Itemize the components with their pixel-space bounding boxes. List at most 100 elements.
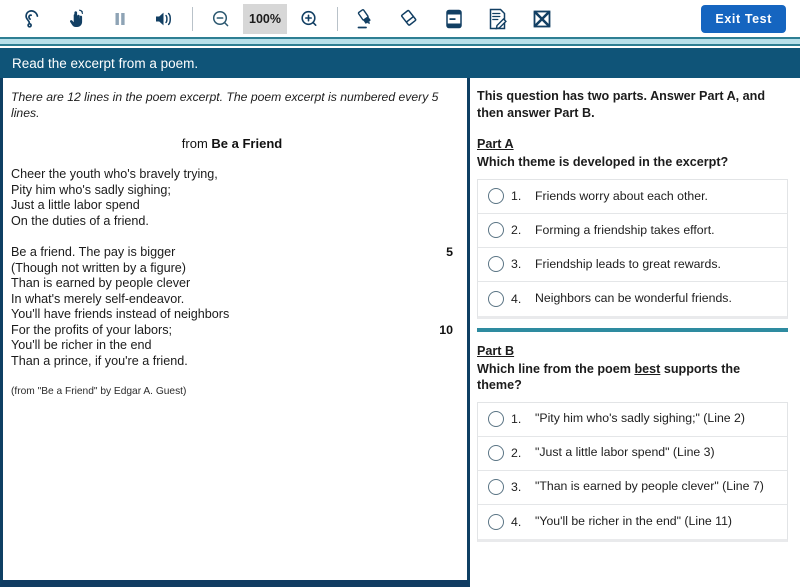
option-label: Friends worry about each other. [535,188,708,203]
option-label: "Just a little labor spend" (Line 3) [535,445,715,460]
poem-line: Pity him who's sadly sighing; [11,183,453,199]
poem-line-text: In what's merely self-endeavor. [11,291,185,306]
poem-line: Than is earned by people clever [11,276,453,292]
option-row[interactable]: 1. Friends worry about each other. [478,179,787,214]
poem-line-text: You'll be richer in the end [11,338,152,353]
listen-button[interactable] [10,2,54,36]
poem-line-text: Pity him who's sadly sighing; [11,182,171,197]
option-row[interactable]: 2. "Just a little labor spend" (Line 3) [478,436,787,471]
eraser-button[interactable] [388,2,432,36]
highlighter-button[interactable] [344,2,388,36]
poem-line-text: Than is earned by people clever [11,276,191,291]
poem-line: Cheer the youth who's bravely trying, [11,167,453,183]
option-number: 2. [511,223,522,238]
passage-title: from Be a Friend [11,136,453,151]
zoom-in-button[interactable] [287,2,331,36]
option-number: 2. [511,446,522,461]
part-b-prompt-before: Which line from the poem [477,361,635,376]
option-label: "You'll be richer in the end" (Line 11) [535,513,733,528]
part-b-prompt: Which line from the poem best supports t… [477,361,788,394]
zoom-level-indicator[interactable]: 100% [243,3,287,34]
poem-line-text: You'll have friends instead of neighbors [11,307,230,322]
poem-line-text: Cheer the youth who's bravely trying, [11,166,218,181]
toolbar: 100% Exit Test [0,0,800,37]
poem-line-number: 10 [439,322,453,337]
poem-line-text: On the duties of a friend. [11,213,149,228]
eraser-icon [397,6,423,32]
option-number: 1. [511,189,522,204]
poem-line: Than a prince, if you're a friend. [11,354,453,370]
option-label: Friendship leads to great rewards. [535,256,721,271]
pause-button[interactable] [98,2,142,36]
zoom-in-icon [297,7,321,31]
toolbar-divider-1 [192,6,193,31]
poem-line-text: Be a friend. The pay is bigger [11,244,176,259]
poem-line-text: For the profits of your labors; [11,322,172,337]
option-number: 4. [511,291,522,306]
poem-line-text: (Though not written by a figure) [11,260,187,275]
option-row[interactable]: 4. Neighbors can be wonderful friends. [478,281,787,316]
option-label: "Than is earned by people clever" (Line … [535,479,764,494]
notepad-icon [485,6,511,32]
radio-button-icon[interactable] [488,188,504,205]
poem-line-number: 5 [446,244,453,259]
poem-line: Just a little labor spend [11,198,453,214]
radio-button-icon[interactable] [488,290,504,307]
poem-line: You'll have friends instead of neighbors [11,307,453,323]
question-panel: This question has two parts. Answer Part… [470,78,800,587]
option-row[interactable]: 1. "Pity him who's sadly sighing;" (Line … [478,402,787,437]
option-row[interactable]: 2. Forming a friendship takes effort. [478,213,787,248]
option-row[interactable]: 4. "You'll be richer in the end" (Line 11… [478,504,787,539]
part-a-label: Part A [477,137,514,152]
radio-button-icon[interactable] [488,445,504,462]
option-number: 3. [511,257,522,272]
option-number: 3. [511,480,522,495]
main-content: There are 12 lines in the poem excerpt. … [0,78,800,587]
question-intro: This question has two parts. Answer Part… [477,89,766,120]
passage-title-prefix: from [181,135,212,151]
part-b-label: Part B [477,343,515,358]
poem-line: (Though not written by a figure) [11,261,453,277]
passage-title-name: Be a Friend [211,135,283,151]
option-label: Neighbors can be wonderful friends. [535,291,732,306]
poem-line: For the profits of your labors; 10 [11,323,453,339]
part-a-options: 1. Friends worry about each other. 2. Formi… [477,178,788,319]
option-row[interactable]: 3. Friendship leads to great rewards. [478,247,787,282]
passage-panel: There are 12 lines in the poem excerpt. … [0,78,470,587]
radio-button-icon[interactable] [488,513,504,530]
pointer-hand-icon [64,7,88,31]
poem-line: Be a friend. The pay is bigger 5 [11,245,453,261]
poem-line-text: Than a prince, if you're a friend. [11,354,188,369]
question-header-title: Read the excerpt from a poem. [12,55,199,71]
radio-button-icon[interactable] [488,411,504,428]
poem-line: You'll be richer in the end [11,338,453,354]
notepad-button[interactable] [476,2,520,36]
pointer-hand-button[interactable] [54,2,98,36]
volume-button[interactable] [142,2,186,36]
listen-icon [20,7,44,31]
option-number: 4. [511,514,522,529]
part-a-block: Part A Which theme is developed in the e… [477,135,788,319]
passage-note: There are 12 lines in the poem excerpt. … [11,90,439,121]
option-row[interactable]: 3. "Than is earned by people clever" (Lin… [478,470,787,505]
line-reader-button[interactable] [432,2,476,36]
option-label: Forming a friendship takes effort. [535,222,715,237]
volume-icon [152,7,176,31]
part-b-block: Part B Which line from the poem best sup… [477,342,788,542]
radio-button-icon[interactable] [488,256,504,273]
radio-button-icon[interactable] [488,479,504,496]
part-divider [477,327,788,332]
cross-out-icon [529,6,555,32]
pause-icon [108,7,132,31]
cross-out-button[interactable] [520,2,564,36]
radio-button-icon[interactable] [488,222,504,239]
passage-attribution: (from "Be a Friend" by Edgar A. Guest) [11,385,187,397]
poem-line: In what's merely self-endeavor. [11,292,453,308]
exit-test-button[interactable]: Exit Test [701,4,786,33]
zoom-out-button[interactable] [199,2,243,36]
option-label: "Pity him who's sadly sighing;" (Line 2) [535,411,745,426]
part-b-prompt-emphasis: best [634,361,661,376]
poem-body: Cheer the youth who's bravely trying, Pit… [11,167,453,370]
toolbar-divider-2 [336,6,338,31]
poem-line-text: Just a little labor spend [11,198,140,213]
